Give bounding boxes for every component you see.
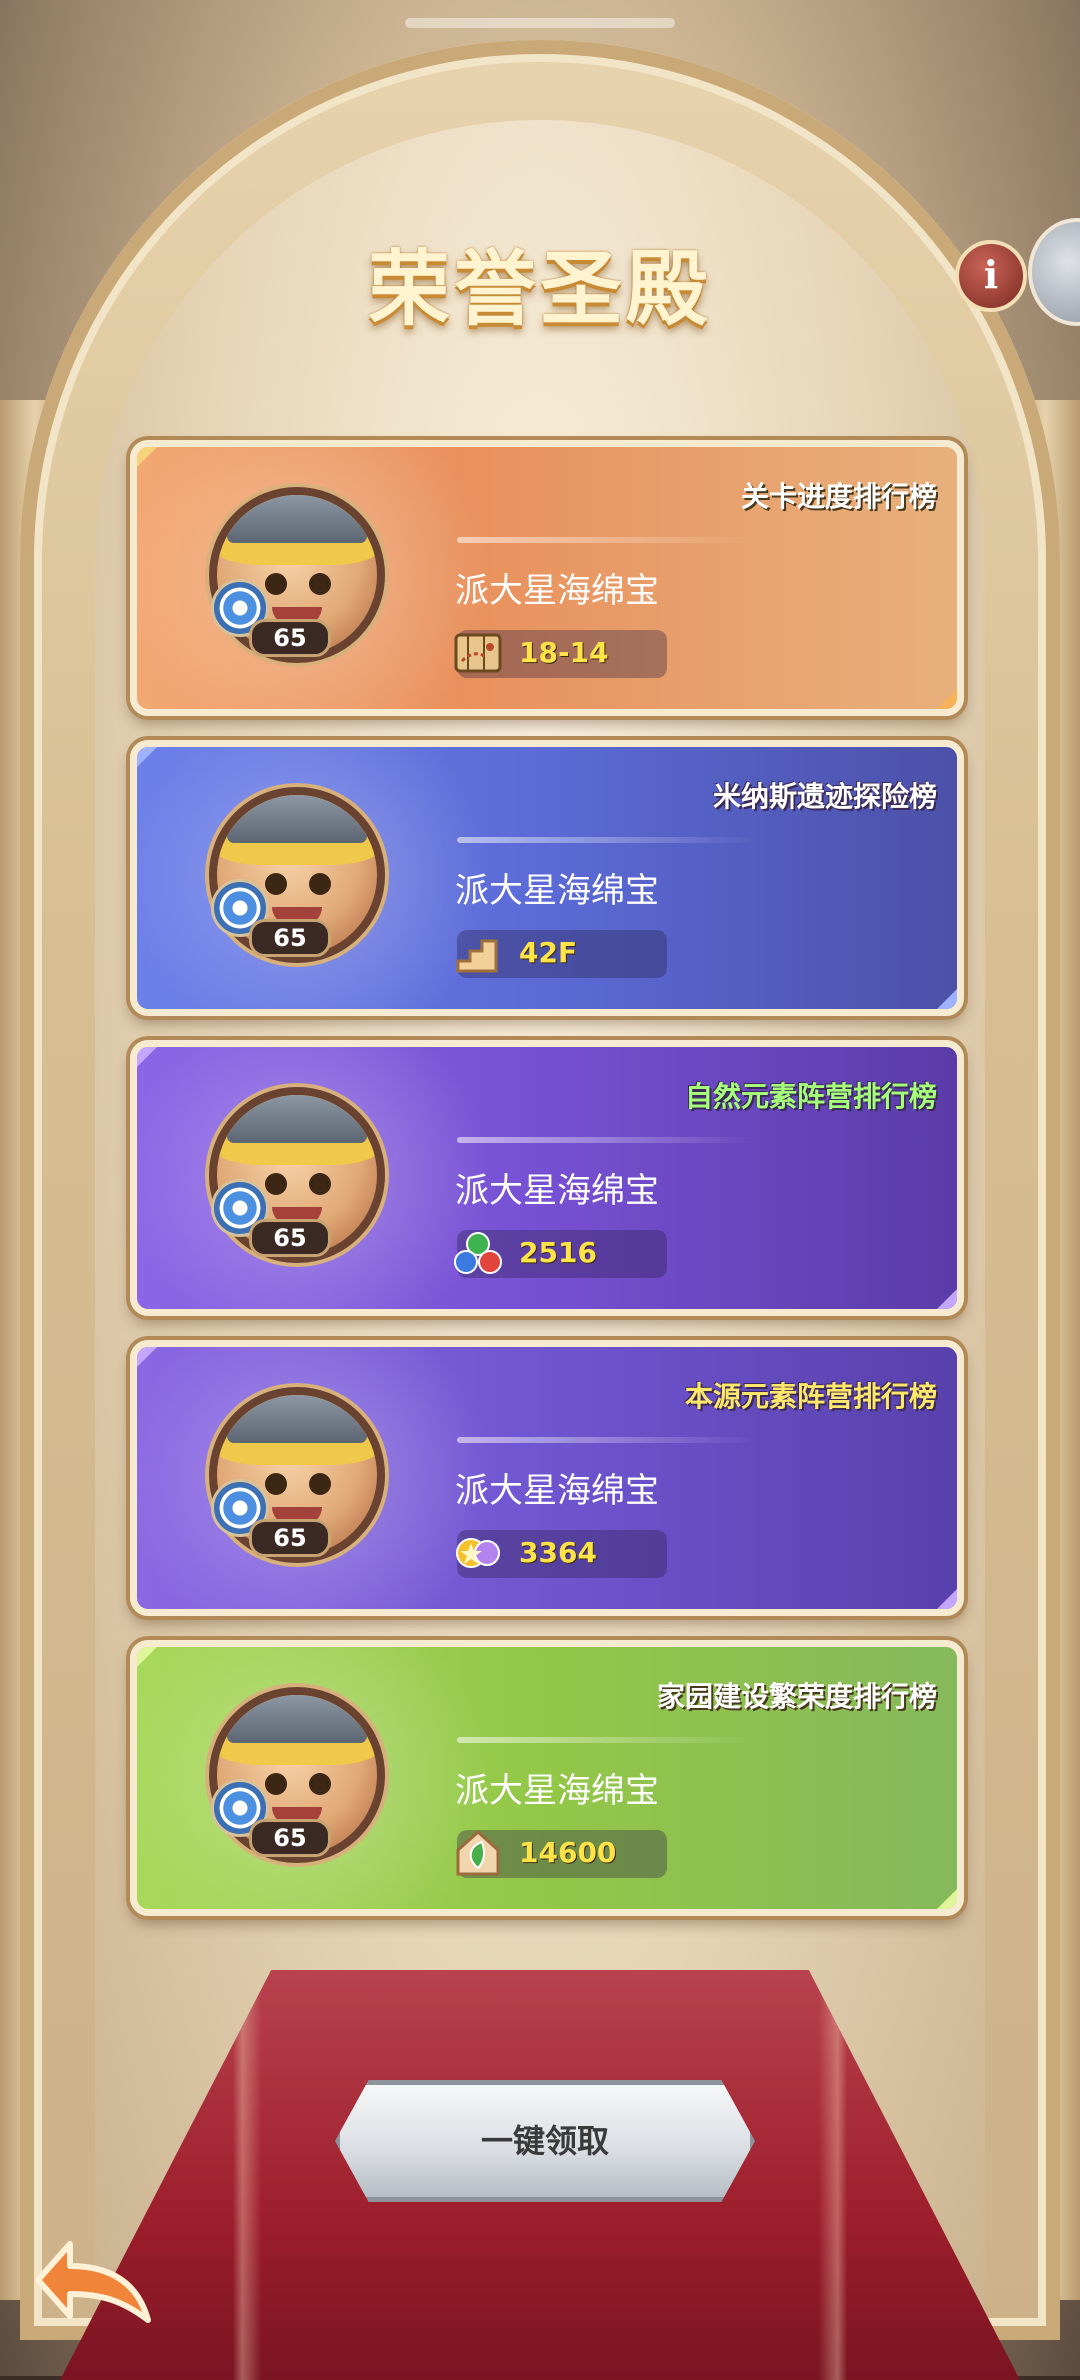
player-name: 派大星海绵宝 xyxy=(455,1771,659,1811)
stat-value: 2516 xyxy=(519,1236,597,1269)
stat-pill: 2516 xyxy=(454,1230,667,1278)
corner-ornament xyxy=(937,689,957,709)
level-badge: 65 xyxy=(249,1519,331,1557)
stat-pill: 3364 xyxy=(456,1530,667,1578)
corner-ornament xyxy=(937,1889,957,1909)
corner-ornament xyxy=(937,1589,957,1609)
home-leaf-icon xyxy=(451,1826,505,1880)
player-name: 派大星海绵宝 xyxy=(455,1471,659,1511)
stat-value: 3364 xyxy=(519,1536,597,1569)
corner-ornament xyxy=(937,989,957,1009)
divider-line xyxy=(457,837,757,843)
stat-pill: 42F xyxy=(456,930,667,978)
level-badge: 65 xyxy=(249,1219,331,1257)
stat-value: 14600 xyxy=(519,1836,617,1869)
player-name: 派大星海绵宝 xyxy=(455,871,659,911)
card-title: 本源元素阵营排行榜 xyxy=(684,1380,937,1413)
origin-elements-icon xyxy=(451,1526,505,1580)
card-title: 家园建设繁荣度排行榜 xyxy=(656,1680,937,1713)
divider-line xyxy=(457,1437,757,1443)
card-title: 关卡进度排行榜 xyxy=(740,480,937,513)
ranking-card-origin-elements[interactable]: 本源元素阵营排行榜 65 派大星海绵宝 3364 xyxy=(130,1340,964,1616)
ranking-card-nature-elements[interactable]: 自然元素阵营排行榜 65 派大星海绵宝 2516 xyxy=(130,1040,964,1316)
divider-line xyxy=(457,1137,757,1143)
level-badge: 65 xyxy=(249,619,331,657)
player-name: 派大星海绵宝 xyxy=(455,1171,659,1211)
stat-value: 18-14 xyxy=(519,636,609,669)
ranking-card-ruins-exploration[interactable]: 米纳斯遗迹探险榜 65 派大星海绵宝 42F xyxy=(130,740,964,1016)
corner-ornament xyxy=(937,1289,957,1309)
stat-pill: 18-14 xyxy=(454,630,667,678)
back-arrow-icon[interactable] xyxy=(30,2230,160,2330)
stat-pill: 14600 xyxy=(456,1829,667,1878)
ranking-card-stage-progress[interactable]: 关卡进度排行榜 65 派大星海绵宝 18-14 xyxy=(130,440,964,716)
divider-line xyxy=(457,1737,757,1743)
card-title: 自然元素阵营排行榜 xyxy=(684,1080,937,1113)
claim-all-button[interactable]: 一键领取 xyxy=(335,2080,755,2202)
stairs-icon xyxy=(451,926,505,980)
page-title: 荣誉圣殿 xyxy=(367,242,712,337)
info-button[interactable]: i xyxy=(955,240,1027,312)
card-title: 米纳斯遗迹探险榜 xyxy=(712,780,937,813)
stat-value: 42F xyxy=(519,936,578,969)
map-icon xyxy=(451,626,505,680)
player-name: 派大星海绵宝 xyxy=(455,571,659,611)
drag-handle xyxy=(405,18,675,28)
level-badge: 65 xyxy=(249,919,331,957)
divider-line xyxy=(457,537,757,543)
ranking-card-home-prosperity[interactable]: 家园建设繁荣度排行榜 65 派大星海绵宝 14600 xyxy=(130,1640,964,1916)
level-badge: 65 xyxy=(249,1819,331,1857)
nature-elements-icon xyxy=(451,1226,505,1280)
